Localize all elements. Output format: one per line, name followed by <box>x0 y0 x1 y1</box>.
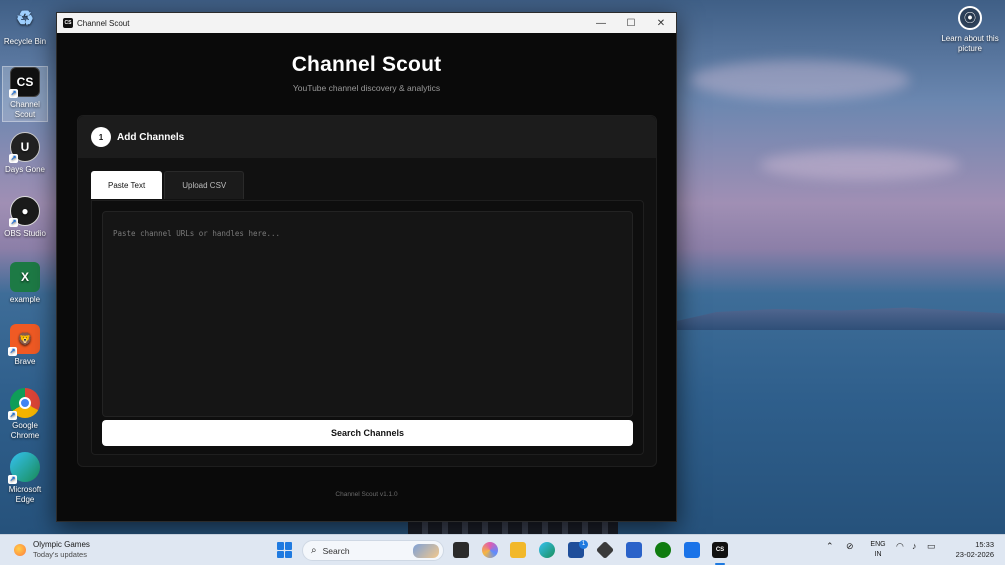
channels-textarea[interactable]: Paste channel URLs or handles here... <box>102 211 633 417</box>
camera-off-icon[interactable]: ⊘ <box>846 541 854 552</box>
search-channels-button[interactable]: Search Channels <box>102 420 633 446</box>
xbox-icon[interactable] <box>655 542 671 558</box>
clock-time: 15:33 <box>975 540 994 549</box>
wallpaper-cloud <box>690 60 910 100</box>
brave-icon: 🦁 ↗ <box>8 324 40 356</box>
app-window: CS Channel Scout — ☐ ✕ Channel Scout You… <box>56 12 677 522</box>
desktop-icon-channel-scout[interactable]: CS ↗ Channel Scout <box>2 66 48 122</box>
desktop-icon-brave[interactable]: 🦁 ↗ Brave <box>2 324 48 367</box>
desktop-icon-label: Recycle Bin <box>3 37 47 46</box>
torch-icon <box>14 544 26 556</box>
taskbar-search[interactable]: ⌕ Search <box>302 540 444 561</box>
edge-icon: ↗ <box>8 452 40 484</box>
widget-title: Olympic Games <box>33 540 90 549</box>
desktop-icon-label: example <box>9 295 41 304</box>
textarea-placeholder: Paste channel URLs or handles here... <box>113 229 281 238</box>
camera-icon: ⦿ <box>958 6 982 30</box>
add-channels-card: 1 Add Channels Paste Text Upload CSV Pas… <box>77 115 657 467</box>
shortcut-arrow-icon: ↗ <box>8 411 17 420</box>
weather-widget[interactable]: Olympic Games Today's updates <box>14 540 90 560</box>
edge-icon[interactable] <box>539 542 555 558</box>
battery-icon[interactable]: ▭ <box>927 541 936 552</box>
shortcut-arrow-icon: ↗ <box>8 347 17 356</box>
learn-label: Learn about this picture <box>941 34 999 53</box>
desktop-icon-label: OBS Studio <box>4 229 46 238</box>
desktop-icon-label: Channel Scout <box>10 100 40 119</box>
window-titlebar[interactable]: CS Channel Scout — ☐ ✕ <box>57 13 676 33</box>
app-logo-icon: CS <box>63 18 73 28</box>
language-region: IN <box>874 551 882 558</box>
shortcut-arrow-icon: ↗ <box>9 89 18 98</box>
language-code: ENG <box>870 541 886 548</box>
desktop-icon-label: Google Chrome <box>10 421 40 440</box>
task-view-icon[interactable] <box>453 542 469 558</box>
chrome-icon: ↗ <box>8 388 40 420</box>
window-title: Channel Scout <box>77 18 130 28</box>
windows-logo-icon <box>277 550 284 558</box>
system-clock[interactable]: 15:33 23-02-2026 <box>944 540 994 560</box>
minimize-button[interactable]: — <box>586 13 616 33</box>
card-header: 1 Add Channels <box>78 116 656 158</box>
outlook-icon[interactable] <box>684 542 700 558</box>
desktop-icon-label: Brave <box>14 357 36 366</box>
wifi-icon[interactable]: ◠ <box>896 541 904 552</box>
wallpaper-rocks <box>408 522 618 534</box>
shortcut-arrow-icon: ↗ <box>8 475 17 484</box>
shortcut-arrow-icon: ↗ <box>9 154 18 163</box>
desktop-icon-example[interactable]: X example <box>2 262 48 305</box>
obs-studio-icon: ● ↗ <box>9 196 40 227</box>
desktop-icon-recycle-bin[interactable]: ♻ Recycle Bin <box>2 4 48 47</box>
search-placeholder: Search <box>322 545 350 556</box>
windows-logo-icon <box>277 542 284 550</box>
wallpaper-cloud <box>760 150 960 180</box>
copilot-icon[interactable] <box>482 542 498 558</box>
tab-paste-text[interactable]: Paste Text <box>91 171 163 199</box>
windows-logo-icon <box>285 542 292 550</box>
chevron-up-icon[interactable]: ⌃ <box>826 541 834 552</box>
recycle-bin-icon: ♻ <box>16 8 34 30</box>
app-version-footer: Channel Scout v1.1.0 <box>335 491 398 498</box>
excel-icon: X <box>10 262 40 292</box>
desktop-icon-google-chrome[interactable]: ↗ Google Chrome <box>2 388 48 441</box>
app-subtitle: YouTube channel discovery & analytics <box>292 83 441 93</box>
desktop-icon-label: Days Gone <box>4 165 46 174</box>
tab-panel: Paste channel URLs or handles here... Se… <box>91 200 644 455</box>
volume-icon[interactable]: ♪ <box>912 541 917 551</box>
desktop-icon-obs-studio[interactable]: ● ↗ OBS Studio <box>2 196 48 239</box>
file-explorer-icon[interactable] <box>510 542 526 558</box>
store-badge: 1 <box>579 540 588 549</box>
search-icon: ⌕ <box>311 545 317 556</box>
channel-scout-icon: CS ↗ <box>9 67 40 98</box>
shortcut-arrow-icon: ↗ <box>9 218 18 227</box>
card-title: Add Channels <box>117 131 185 143</box>
app-title: Channel Scout <box>291 53 442 76</box>
unreal-engine-icon: U ↗ <box>9 132 40 163</box>
maximize-button[interactable]: ☐ <box>616 13 646 33</box>
clock-date: 23-02-2026 <box>955 550 994 559</box>
channel-scout-taskbar-icon[interactable]: CS <box>712 542 728 558</box>
widget-subtitle: Today's updates <box>33 550 87 559</box>
learn-about-picture[interactable]: ⦿ Learn about this picture <box>940 6 1000 54</box>
taskbar: Olympic Games Today's updates ⌕ Search 1… <box>0 534 1005 565</box>
step-number-badge: 1 <box>91 127 111 147</box>
cube-app-icon[interactable] <box>595 540 615 560</box>
desktop-icon-microsoft-edge[interactable]: ↗ Microsoft Edge <box>2 452 48 505</box>
language-indicator[interactable]: ENG IN <box>868 540 888 560</box>
desktop-icon-days-gone[interactable]: U ↗ Days Gone <box>2 132 48 175</box>
input-tabs: Paste Text Upload CSV <box>91 171 246 199</box>
close-button[interactable]: ✕ <box>646 13 676 33</box>
search-highlight-icon <box>413 544 439 558</box>
pen-app-icon[interactable] <box>626 542 642 558</box>
windows-logo-icon <box>285 550 292 558</box>
desktop-icon-label: Microsoft Edge <box>8 485 42 504</box>
wallpaper-mountain <box>677 307 1005 330</box>
tab-upload-csv[interactable]: Upload CSV <box>164 171 245 199</box>
start-button[interactable] <box>277 542 293 558</box>
